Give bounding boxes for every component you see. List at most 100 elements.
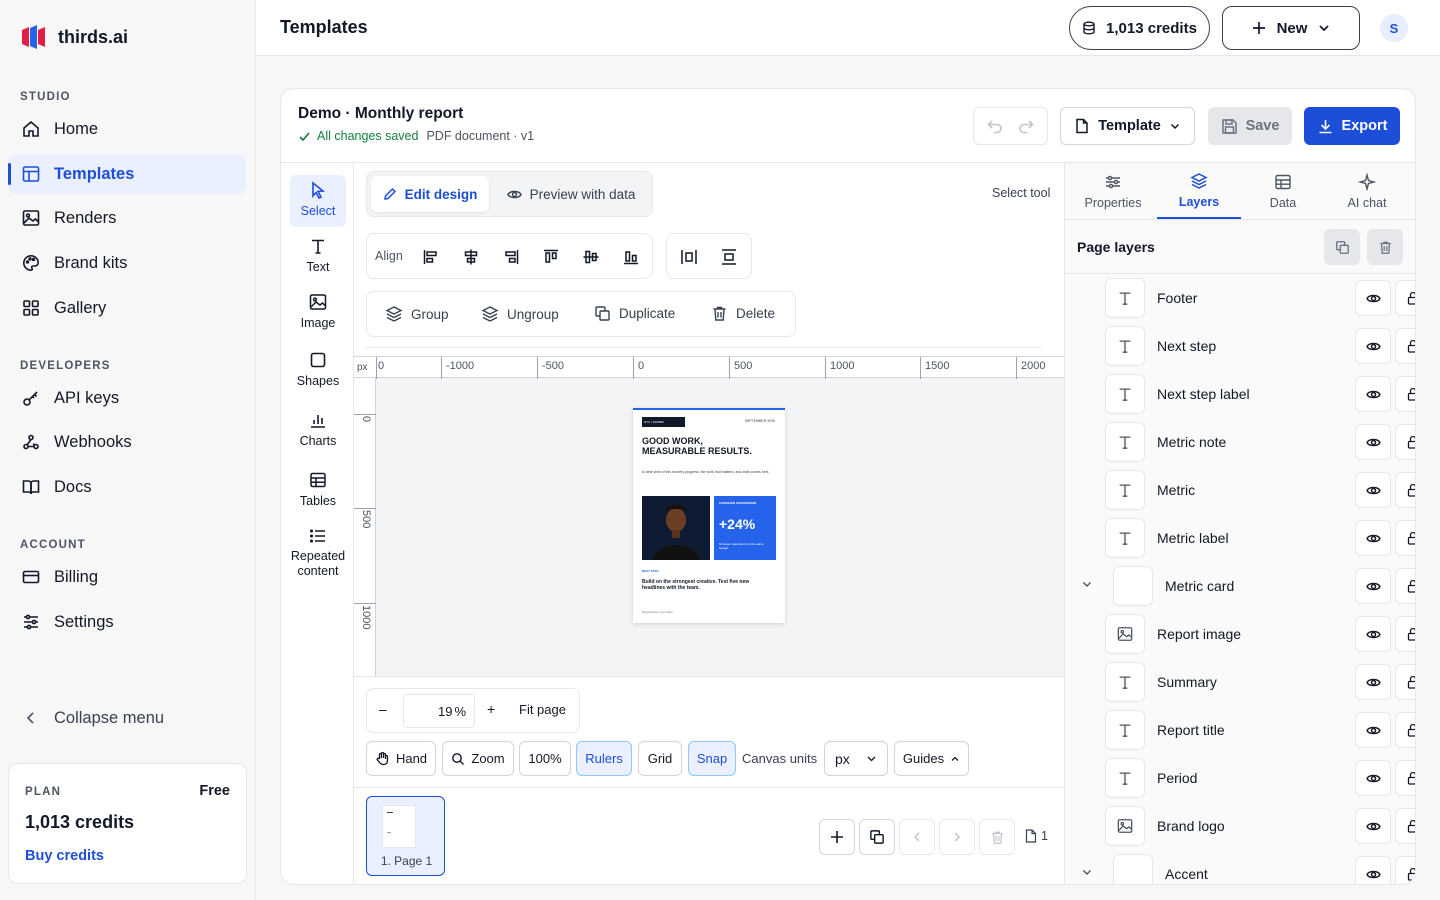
page-preview[interactable]: NYC / DUMBO SEPTEMBER 2026 GOOD WORK, ME… — [633, 408, 785, 623]
layer-row[interactable]: Period — [1089, 758, 1415, 798]
tool-text[interactable]: Text — [290, 237, 346, 274]
unlock-icon[interactable] — [1395, 328, 1415, 364]
sidebar-item-home[interactable]: Home — [8, 109, 246, 149]
undo-icon[interactable] — [986, 117, 1004, 135]
sidebar-item-gallery[interactable]: Gallery — [8, 288, 246, 328]
unlock-icon[interactable] — [1395, 520, 1415, 556]
tool-repeated-content[interactable]: Repeated content — [290, 527, 346, 579]
tab-preview[interactable]: Preview with data — [497, 176, 645, 212]
unlock-icon[interactable] — [1395, 472, 1415, 508]
save-button[interactable]: Save — [1208, 107, 1292, 145]
unlock-icon[interactable] — [1395, 856, 1415, 884]
delete-page-button[interactable] — [979, 819, 1015, 855]
tab-edit-design[interactable]: Edit design — [371, 176, 489, 212]
eye-icon[interactable] — [1355, 376, 1391, 412]
previous-page-button[interactable] — [899, 819, 935, 855]
canvas-area[interactable]: px 0 -1000 -500 0 500 1000 1500 2000 0 5… — [354, 356, 1064, 676]
layer-row[interactable]: Footer — [1089, 278, 1415, 318]
eye-icon[interactable] — [1355, 280, 1391, 316]
collapse-menu-button[interactable]: Collapse menu — [8, 698, 246, 738]
layer-row-group[interactable]: Accent — [1083, 854, 1415, 884]
canvas-units-select[interactable]: px — [824, 741, 888, 776]
tab-layers[interactable]: Layers — [1157, 163, 1241, 219]
page-thumbnail-1[interactable]: 1. Page 1 — [366, 796, 445, 876]
unlock-icon[interactable] — [1395, 808, 1415, 844]
layer-row[interactable]: Next step — [1089, 326, 1415, 366]
tool-shapes[interactable]: Shapes — [290, 351, 346, 388]
sidebar-item-webhooks[interactable]: Webhooks — [8, 422, 246, 462]
tool-image[interactable]: Image — [290, 293, 346, 330]
fit-page-button[interactable]: Fit page — [519, 702, 566, 717]
ungroup-button[interactable]: Ungroup — [481, 305, 559, 323]
tab-properties[interactable]: Properties — [1071, 163, 1155, 219]
group-button[interactable]: Group — [385, 305, 449, 323]
sidebar-item-billing[interactable]: Billing — [8, 557, 246, 597]
chevron-down-icon[interactable] — [1081, 578, 1093, 590]
eye-icon[interactable] — [1355, 616, 1391, 652]
eye-icon[interactable] — [1355, 328, 1391, 364]
layer-row[interactable]: Metric label — [1089, 518, 1415, 558]
zoom-tool-button[interactable]: Zoom — [442, 741, 514, 776]
eye-icon[interactable] — [1355, 664, 1391, 700]
sidebar-item-brand-kits[interactable]: Brand kits — [8, 243, 246, 283]
sidebar-item-docs[interactable]: Docs — [8, 467, 246, 507]
sidebar-item-api-keys[interactable]: API keys — [8, 378, 246, 418]
redo-icon[interactable] — [1017, 117, 1035, 135]
align-center-h-icon[interactable] — [459, 245, 483, 269]
eye-icon[interactable] — [1355, 856, 1391, 884]
unlock-icon[interactable] — [1395, 376, 1415, 412]
layer-row[interactable]: Report image — [1089, 614, 1415, 654]
sidebar-item-templates[interactable]: Templates — [8, 154, 246, 194]
snap-toggle[interactable]: Snap — [688, 741, 736, 776]
rulers-toggle[interactable]: Rulers — [576, 741, 632, 776]
eye-icon[interactable] — [1355, 568, 1391, 604]
brand[interactable]: thirds.ai — [20, 24, 128, 50]
layer-row[interactable]: Metric — [1089, 470, 1415, 510]
chevron-down-icon[interactable] — [1081, 866, 1093, 878]
avatar[interactable]: S — [1380, 14, 1408, 42]
unlock-icon[interactable] — [1395, 664, 1415, 700]
zoom-100-button[interactable]: 100% — [519, 741, 571, 776]
template-dropdown[interactable]: Template — [1060, 107, 1195, 145]
eye-icon[interactable] — [1355, 520, 1391, 556]
unlock-icon[interactable] — [1395, 616, 1415, 652]
tool-charts[interactable]: Charts — [290, 411, 346, 448]
sidebar-item-renders[interactable]: Renders — [8, 198, 246, 238]
eye-icon[interactable] — [1355, 760, 1391, 796]
zoom-in-button[interactable]: + — [487, 701, 495, 717]
align-top-icon[interactable] — [539, 245, 563, 269]
delete-layer-button[interactable] — [1367, 229, 1403, 265]
tab-ai-chat[interactable]: AI chat — [1325, 163, 1409, 219]
duplicate-layer-button[interactable] — [1324, 229, 1360, 265]
buy-credits-link[interactable]: Buy credits — [25, 848, 104, 864]
export-button[interactable]: Export — [1304, 107, 1400, 145]
distribute-vertical-icon[interactable] — [717, 245, 741, 269]
eye-icon[interactable] — [1355, 808, 1391, 844]
guides-button[interactable]: Guides — [894, 741, 969, 776]
layer-row[interactable]: Report title — [1089, 710, 1415, 750]
hand-tool-button[interactable]: Hand — [366, 741, 436, 776]
next-page-button[interactable] — [939, 819, 975, 855]
layer-row[interactable]: Summary — [1089, 662, 1415, 702]
credits-button[interactable]: 1,013 credits — [1069, 6, 1210, 50]
grid-toggle[interactable]: Grid — [638, 741, 682, 776]
unlock-icon[interactable] — [1395, 712, 1415, 748]
eye-icon[interactable] — [1355, 472, 1391, 508]
sidebar-item-settings[interactable]: Settings — [8, 602, 246, 642]
layer-row-group[interactable]: Metric card — [1083, 566, 1415, 606]
align-right-icon[interactable] — [499, 245, 523, 269]
layer-row[interactable]: Metric note — [1089, 422, 1415, 462]
align-bottom-icon[interactable] — [619, 245, 643, 269]
distribute-horizontal-icon[interactable] — [677, 245, 701, 269]
align-middle-icon[interactable] — [579, 245, 603, 269]
align-left-icon[interactable] — [419, 245, 443, 269]
zoom-out-button[interactable]: – — [379, 701, 387, 717]
tab-data[interactable]: Data — [1241, 163, 1325, 219]
layer-row[interactable]: Next step label — [1089, 374, 1415, 414]
document-title[interactable]: Demo · Monthly report — [298, 105, 463, 123]
delete-button[interactable]: Delete — [711, 305, 775, 322]
layer-row[interactable]: Brand logo — [1089, 806, 1415, 846]
unlock-icon[interactable] — [1395, 424, 1415, 460]
unlock-icon[interactable] — [1395, 568, 1415, 604]
unlock-icon[interactable] — [1395, 760, 1415, 796]
